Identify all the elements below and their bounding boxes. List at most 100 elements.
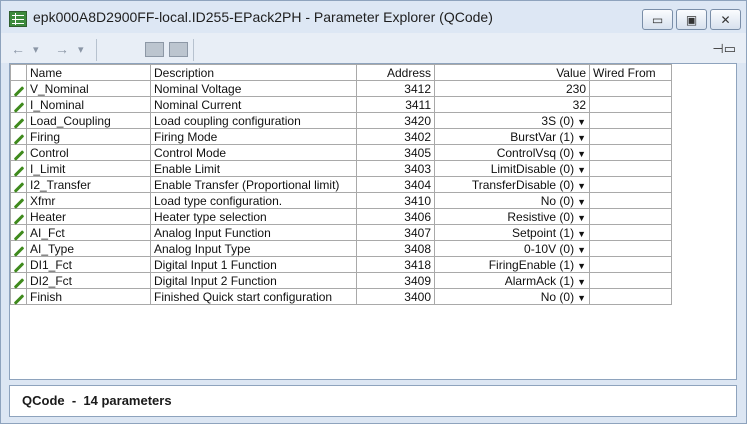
cell-address[interactable]: 3418 — [356, 256, 435, 273]
edit-cell[interactable] — [10, 240, 27, 257]
cell-value[interactable]: LimitDisable (0) ▼ — [434, 160, 590, 177]
table-row[interactable]: Finish Finished Quick start configuration… — [10, 288, 672, 305]
dropdown-arrow-icon[interactable]: ▼ — [577, 229, 586, 239]
pin-icon[interactable]: ⊣▭ — [712, 41, 736, 57]
cell-value[interactable]: BurstVar (1) ▼ — [434, 128, 590, 145]
forward-arrow-icon[interactable]: → — [55, 41, 69, 57]
table-row[interactable]: V_Nominal Nominal Voltage 3412 230 — [10, 80, 672, 97]
table-row[interactable]: AI_Type Analog Input Type 3408 0-10V (0) ▼ — [10, 240, 672, 257]
cell-wired-from[interactable] — [589, 112, 672, 129]
cell-address[interactable]: 3412 — [356, 80, 435, 97]
edit-cell[interactable] — [10, 208, 27, 225]
edit-cell[interactable] — [10, 160, 27, 177]
pencil-edit-icon[interactable] — [13, 293, 24, 305]
folder-icon[interactable] — [145, 42, 164, 57]
cell-address[interactable]: 3407 — [356, 224, 435, 241]
back-arrow-icon[interactable]: ← — [11, 41, 25, 57]
cell-name[interactable]: DI1_Fct — [26, 256, 151, 273]
cell-name[interactable]: Heater — [26, 208, 151, 225]
cell-name[interactable]: I2_Transfer — [26, 176, 151, 193]
pencil-edit-icon[interactable] — [13, 181, 24, 193]
dropdown-arrow-icon[interactable]: ▼ — [577, 277, 586, 287]
cell-wired-from[interactable] — [589, 176, 672, 193]
pencil-edit-icon[interactable] — [13, 133, 24, 145]
cell-address[interactable]: 3410 — [356, 192, 435, 209]
dropdown-arrow-icon[interactable]: ▼ — [577, 197, 586, 207]
cell-description[interactable]: Enable Transfer (Proportional limit) — [150, 176, 357, 193]
cell-wired-from[interactable] — [589, 272, 672, 289]
dropdown-arrow-icon[interactable]: ▼ — [577, 213, 586, 223]
cell-value[interactable]: TransferDisable (0) ▼ — [434, 176, 590, 193]
edit-cell[interactable] — [10, 192, 27, 209]
cell-address[interactable]: 3400 — [356, 288, 435, 305]
dropdown-arrow-icon[interactable]: ▼ — [577, 261, 586, 271]
cell-value[interactable]: No (0) ▼ — [434, 288, 590, 305]
pencil-edit-icon[interactable] — [13, 229, 24, 241]
title-bar[interactable]: epk000A8D2900FF-local.ID255-EPack2PH - P… — [1, 1, 746, 33]
cell-description[interactable]: Analog Input Type — [150, 240, 357, 257]
cell-name[interactable]: Control — [26, 144, 151, 161]
edit-cell[interactable] — [10, 96, 27, 113]
cell-wired-from[interactable] — [589, 208, 672, 225]
cell-name[interactable]: I_Limit — [26, 160, 151, 177]
cell-description[interactable]: Digital Input 1 Function — [150, 256, 357, 273]
cell-address[interactable]: 3406 — [356, 208, 435, 225]
table-row[interactable]: Control Control Mode 3405 ControlVsq (0) ▼ — [10, 144, 672, 161]
column-header-name[interactable]: Name — [26, 64, 151, 81]
table-row[interactable]: Firing Firing Mode 3402 BurstVar (1) ▼ — [10, 128, 672, 145]
cell-name[interactable]: V_Nominal — [26, 80, 151, 97]
cell-value[interactable]: FiringEnable (1) ▼ — [434, 256, 590, 273]
pencil-edit-icon[interactable] — [13, 261, 24, 273]
cell-value[interactable]: ControlVsq (0) ▼ — [434, 144, 590, 161]
cell-wired-from[interactable] — [589, 192, 672, 209]
dropdown-arrow-icon[interactable]: ▼ — [577, 245, 586, 255]
cell-address[interactable]: 3420 — [356, 112, 435, 129]
table-row[interactable]: I_Nominal Nominal Current 3411 32 — [10, 96, 672, 113]
cell-wired-from[interactable] — [589, 288, 672, 305]
edit-cell[interactable] — [10, 144, 27, 161]
pencil-edit-icon[interactable] — [13, 117, 24, 129]
cell-name[interactable]: Firing — [26, 128, 151, 145]
pencil-edit-icon[interactable] — [13, 213, 24, 225]
column-header-value[interactable]: Value — [434, 64, 590, 81]
edit-cell[interactable] — [10, 128, 27, 145]
cell-wired-from[interactable] — [589, 224, 672, 241]
folder-open-icon[interactable] — [169, 42, 188, 57]
cell-value[interactable]: 0-10V (0) ▼ — [434, 240, 590, 257]
table-row[interactable]: Load_Coupling Load coupling configuration… — [10, 112, 672, 129]
back-dropdown-icon[interactable]: ▾ — [33, 43, 39, 56]
column-header-description[interactable]: Description — [150, 64, 357, 81]
cell-address[interactable]: 3408 — [356, 240, 435, 257]
cell-description[interactable]: Nominal Voltage — [150, 80, 357, 97]
cell-value[interactable]: Setpoint (1) ▼ — [434, 224, 590, 241]
pencil-edit-icon[interactable] — [13, 101, 24, 113]
cell-value[interactable]: 3S (0) ▼ — [434, 112, 590, 129]
cell-value[interactable]: 32 — [434, 96, 590, 113]
table-row[interactable]: DI1_Fct Digital Input 1 Function 3418 Firin… — [10, 256, 672, 273]
edit-cell[interactable] — [10, 288, 27, 305]
cell-description[interactable]: Control Mode — [150, 144, 357, 161]
dropdown-arrow-icon[interactable]: ▼ — [577, 293, 586, 303]
close-button[interactable]: ✕ — [710, 9, 741, 30]
maximize-button[interactable]: ▣ — [676, 9, 707, 30]
cell-address[interactable]: 3402 — [356, 128, 435, 145]
table-row[interactable]: AI_Fct Analog Input Function 3407 Setpoint … — [10, 224, 672, 241]
cell-value[interactable]: No (0) ▼ — [434, 192, 590, 209]
cell-address[interactable]: 3411 — [356, 96, 435, 113]
cell-wired-from[interactable] — [589, 256, 672, 273]
edit-cell[interactable] — [10, 176, 27, 193]
cell-description[interactable]: Finished Quick start configuration — [150, 288, 357, 305]
dropdown-arrow-icon[interactable]: ▼ — [577, 165, 586, 175]
column-header-address[interactable]: Address — [356, 64, 435, 81]
pencil-edit-icon[interactable] — [13, 85, 24, 97]
cell-description[interactable]: Nominal Current — [150, 96, 357, 113]
pencil-edit-icon[interactable] — [13, 277, 24, 289]
cell-wired-from[interactable] — [589, 96, 672, 113]
cell-wired-from[interactable] — [589, 144, 672, 161]
cell-name[interactable]: AI_Fct — [26, 224, 151, 241]
cell-description[interactable]: Load type configuration. — [150, 192, 357, 209]
table-row[interactable]: Heater Heater type selection 3406 Resistive… — [10, 208, 672, 225]
table-row[interactable]: Xfmr Load type configuration. 3410 No (0) ▼ — [10, 192, 672, 209]
cell-name[interactable]: Load_Coupling — [26, 112, 151, 129]
cell-wired-from[interactable] — [589, 160, 672, 177]
